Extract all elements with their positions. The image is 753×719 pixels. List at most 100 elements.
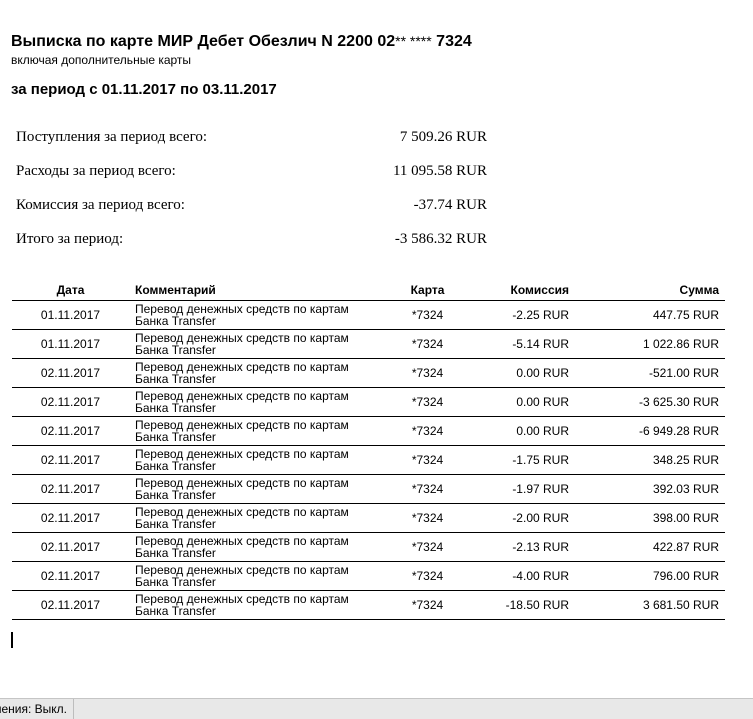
cell-sum: -3 625.30 RUR [575, 387, 725, 417]
summary-value: -3 586.32 RUR [394, 231, 487, 247]
cell-comment: Перевод денежных средств по картам Банка … [129, 300, 380, 330]
cell-date: 02.11.2017 [12, 387, 129, 417]
comment-line-2: Банка Transfer [135, 314, 216, 328]
statement-period: за период с 01.11.2017 по 03.11.2017 [11, 81, 277, 98]
cell-comment: Перевод денежных средств по картам Банка … [129, 474, 380, 504]
cell-fee: 0.00 RUR [475, 387, 575, 417]
table-header-row: Дата Комментарий Карта Комиссия Сумма [12, 280, 725, 301]
table-row: 02.11.2017 Перевод денежных средств по ка… [12, 358, 725, 388]
cell-sum: 422.87 RUR [575, 532, 725, 562]
cell-date: 02.11.2017 [12, 503, 129, 533]
cell-card: *7324 [380, 474, 475, 504]
comment-line-2: Банка Transfer [135, 430, 216, 444]
summary-label: Расходы за период всего: [16, 163, 176, 179]
cell-comment: Перевод денежных средств по картам Банка … [129, 561, 380, 591]
col-header-card: Карта [380, 280, 475, 301]
table-row: 02.11.2017 Перевод денежных средств по ка… [12, 387, 725, 417]
summary-label: Поступления за период всего: [16, 129, 208, 145]
summary-fees: Комиссия за период всего: -37.74 RUR [16, 197, 491, 231]
cell-comment: Перевод денежных средств по картам Банка … [129, 416, 380, 446]
summary-expenses: Расходы за период всего: 11 095.58 RUR [16, 163, 491, 197]
cell-card: *7324 [380, 358, 475, 388]
table-row: 02.11.2017 Перевод денежных средств по ка… [12, 561, 725, 591]
comment-line-2: Банка Transfer [135, 459, 216, 473]
comment-line-2: Банка Transfer [135, 575, 216, 589]
cell-date: 02.11.2017 [12, 532, 129, 562]
cell-sum: 398.00 RUR [575, 503, 725, 533]
cell-date: 01.11.2017 [12, 329, 129, 359]
cell-card: *7324 [380, 300, 475, 330]
cell-card: *7324 [380, 561, 475, 591]
summary-value: -37.74 RUR [413, 197, 487, 213]
cell-sum: 392.03 RUR [575, 474, 725, 504]
cell-fee: -2.00 RUR [475, 503, 575, 533]
cell-comment: Перевод денежных средств по картам Банка … [129, 532, 380, 562]
text-cursor [11, 632, 13, 648]
cell-card: *7324 [380, 387, 475, 417]
table-row: 02.11.2017 Перевод денежных средств по ка… [12, 532, 725, 562]
cell-sum: 3 681.50 RUR [575, 590, 725, 620]
cell-date: 02.11.2017 [12, 445, 129, 475]
cell-comment: Перевод денежных средств по картам Банка … [129, 445, 380, 475]
table-row: 01.11.2017 Перевод денежных средств по ка… [12, 329, 725, 359]
table-row: 01.11.2017 Перевод денежных средств по ка… [12, 300, 725, 330]
cell-sum: 447.75 RUR [575, 300, 725, 330]
cell-fee: -18.50 RUR [475, 590, 575, 620]
summary-total: Итого за период: -3 586.32 RUR [16, 231, 491, 265]
col-header-comment: Комментарий [129, 280, 380, 301]
status-item[interactable]: нения: Выкл. [0, 699, 74, 719]
document-page[interactable]: Выписка по карте МИР Дебет Обезлич N 220… [0, 0, 753, 698]
cell-sum: -6 949.28 RUR [575, 416, 725, 446]
cell-date: 02.11.2017 [12, 590, 129, 620]
comment-line-2: Банка Transfer [135, 343, 216, 357]
comment-line-2: Банка Transfer [135, 401, 216, 415]
col-header-sum: Сумма [575, 280, 725, 301]
cell-fee: 0.00 RUR [475, 416, 575, 446]
table-row: 02.11.2017 Перевод денежных средств по ка… [12, 503, 725, 533]
cell-card: *7324 [380, 416, 475, 446]
cell-sum: 348.25 RUR [575, 445, 725, 475]
cell-sum: -521.00 RUR [575, 358, 725, 388]
table-row: 02.11.2017 Перевод денежных средств по ка… [12, 416, 725, 446]
cell-date: 02.11.2017 [12, 416, 129, 446]
status-item-label: нения: Выкл. [0, 702, 67, 716]
cell-comment: Перевод денежных средств по картам Банка … [129, 329, 380, 359]
col-header-date: Дата [12, 280, 129, 301]
table-row: 02.11.2017 Перевод денежных средств по ка… [12, 590, 725, 620]
transactions-body: 01.11.2017 Перевод денежных средств по ка… [12, 300, 725, 620]
cell-fee: -2.25 RUR [475, 300, 575, 330]
cell-sum: 1 022.86 RUR [575, 329, 725, 359]
comment-line-2: Банка Transfer [135, 372, 216, 386]
summary-income: Поступления за период всего: 7 509.26 RU… [16, 129, 491, 163]
cell-card: *7324 [380, 590, 475, 620]
comment-line-2: Банка Transfer [135, 517, 216, 531]
cell-date: 01.11.2017 [12, 300, 129, 330]
comment-line-2: Банка Transfer [135, 488, 216, 502]
cell-comment: Перевод денежных средств по картам Банка … [129, 358, 380, 388]
comment-line-2: Банка Transfer [135, 546, 216, 560]
cell-fee: -1.75 RUR [475, 445, 575, 475]
cell-card: *7324 [380, 532, 475, 562]
cell-date: 02.11.2017 [12, 358, 129, 388]
cell-date: 02.11.2017 [12, 561, 129, 591]
summary-block: Поступления за период всего: 7 509.26 RU… [16, 129, 491, 265]
statement-subtitle: включая дополнительные карты [11, 53, 192, 67]
cell-card: *7324 [380, 445, 475, 475]
cell-card: *7324 [380, 329, 475, 359]
masked-card-digits: ** **** [395, 33, 432, 49]
cell-sum: 796.00 RUR [575, 561, 725, 591]
table-row: 02.11.2017 Перевод денежных средств по ка… [12, 445, 725, 475]
statement-title: Выписка по карте МИР Дебет Обезлич N 220… [11, 33, 472, 50]
cell-fee: 0.00 RUR [475, 358, 575, 388]
cell-comment: Перевод денежных средств по картам Банка … [129, 503, 380, 533]
transactions-table: Дата Комментарий Карта Комиссия Сумма 01… [12, 280, 725, 620]
summary-label: Комиссия за период всего: [16, 197, 185, 213]
cell-fee: -1.97 RUR [475, 474, 575, 504]
cell-card: *7324 [380, 503, 475, 533]
summary-value: 7 509.26 RUR [399, 129, 487, 145]
cell-comment: Перевод денежных средств по картам Банка … [129, 387, 380, 417]
comment-line-2: Банка Transfer [135, 604, 216, 618]
cell-date: 02.11.2017 [12, 474, 129, 504]
summary-value: 11 095.58 RUR [392, 163, 487, 179]
summary-label: Итого за период: [16, 231, 124, 247]
